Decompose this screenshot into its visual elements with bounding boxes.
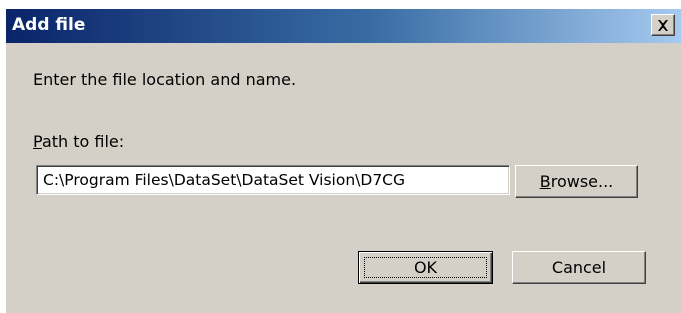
browse-button[interactable]: Browse... <box>515 165 638 198</box>
cancel-button[interactable]: Cancel <box>512 251 646 284</box>
path-label-accelerator: P <box>33 132 42 151</box>
ok-button[interactable]: OK <box>358 251 493 284</box>
instruction-text: Enter the file location and name. <box>33 70 297 89</box>
close-button[interactable] <box>651 14 675 36</box>
path-input[interactable]: C:\Program Files\DataSet\DataSet Vision\… <box>36 165 510 195</box>
path-label-text: ath to file: <box>41 132 125 151</box>
browse-label: rowse... <box>550 172 614 191</box>
close-icon <box>658 19 668 31</box>
path-label: Path to file: <box>33 132 124 151</box>
title-bar[interactable]: Add file <box>6 9 681 43</box>
dialog-title: Add file <box>12 15 86 35</box>
cancel-label: Cancel <box>551 258 607 277</box>
browse-accelerator: B <box>539 172 551 191</box>
add-file-dialog: Add file Enter the file location and nam… <box>6 9 681 313</box>
focus-rectangle <box>364 257 487 278</box>
